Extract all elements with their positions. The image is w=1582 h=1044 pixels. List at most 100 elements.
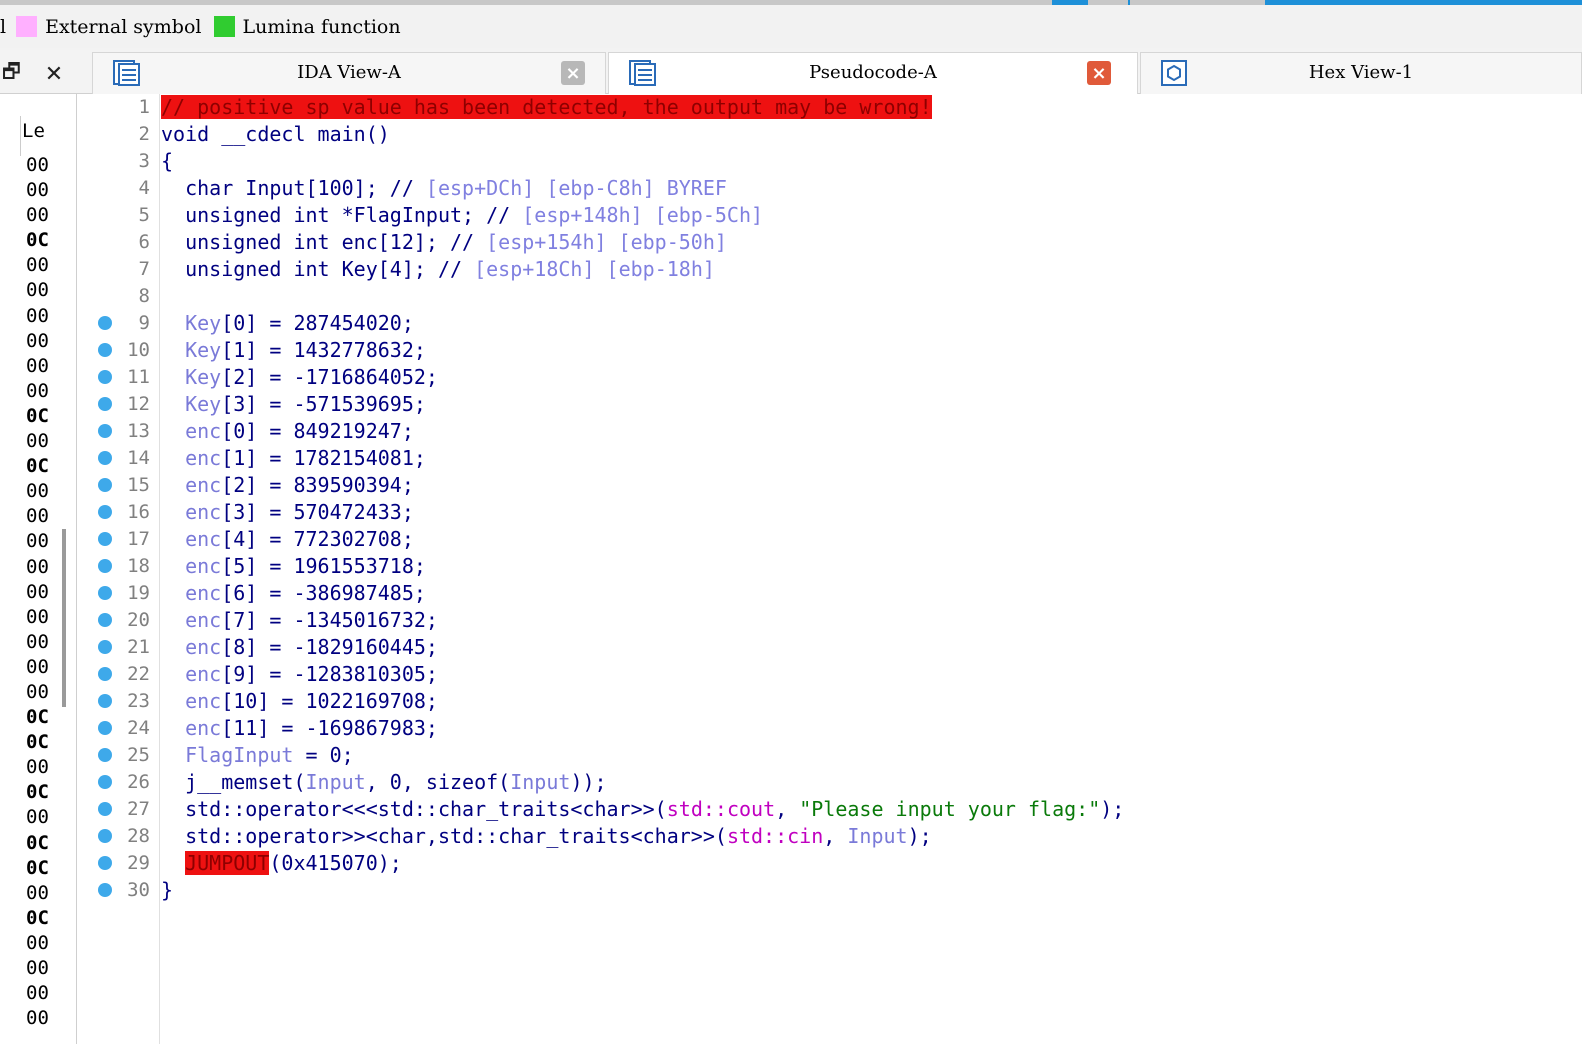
breakpoint-dot[interactable] xyxy=(98,478,112,492)
list-item[interactable]: 0C xyxy=(26,228,49,253)
breakpoint-dot[interactable] xyxy=(98,775,112,789)
variable: Input xyxy=(510,770,571,794)
list-item[interactable]: 00 xyxy=(26,304,49,329)
list-item[interactable]: 0C xyxy=(26,404,49,429)
code-line[interactable]: FlagInput = 0; xyxy=(161,742,1582,769)
list-item[interactable]: 00 xyxy=(26,605,49,630)
code-line[interactable]: Key[2] = -1716864052; xyxy=(161,364,1582,391)
code-line[interactable]: enc[4] = 772302708; xyxy=(161,526,1582,553)
list-item[interactable]: 00 xyxy=(26,178,49,203)
breakpoint-dot[interactable] xyxy=(98,586,112,600)
list-item[interactable]: 00 xyxy=(26,956,49,981)
list-item[interactable]: 00 xyxy=(26,931,49,956)
pseudocode-editor[interactable]: // positive sp value has been detected, … xyxy=(161,94,1582,1044)
list-item[interactable]: 00 xyxy=(26,1006,49,1031)
code-line[interactable]: unsigned int enc[12]; // [esp+154h] [ebp… xyxy=(161,229,1582,256)
breakpoint-dot[interactable] xyxy=(98,316,112,330)
code-line[interactable]: std::operator<<<std::char_traits<char>>(… xyxy=(161,796,1582,823)
list-item[interactable]: 0C xyxy=(26,856,49,881)
code-line[interactable]: unsigned int Key[4]; // [esp+18Ch] [ebp-… xyxy=(161,256,1582,283)
breakpoint-dot[interactable] xyxy=(98,640,112,654)
restore-window-icon[interactable]: 🗗 xyxy=(2,57,21,91)
code-token: [1] = 1432778632; xyxy=(221,338,426,362)
tab-ida-view[interactable]: IDA View-A × xyxy=(92,52,606,94)
list-item[interactable]: 0C xyxy=(26,780,49,805)
breakpoint-dot[interactable] xyxy=(98,343,112,357)
list-item[interactable]: 00 xyxy=(26,580,49,605)
breakpoint-dot[interactable] xyxy=(98,694,112,708)
breakpoint-dot[interactable] xyxy=(98,883,112,897)
code-line[interactable]: JUMPOUT(0x415070); xyxy=(161,850,1582,877)
list-item[interactable]: 00 xyxy=(26,655,49,680)
legend-swatch xyxy=(16,16,38,37)
breakpoint-dot[interactable] xyxy=(98,829,112,843)
code-line[interactable]: char Input[100]; // [esp+DCh] [ebp-C8h] … xyxy=(161,175,1582,202)
code-line[interactable]: { xyxy=(161,148,1582,175)
list-item[interactable]: 00 xyxy=(26,755,49,780)
tab-hex-view[interactable]: Hex View-1 xyxy=(1140,52,1582,94)
list-item[interactable]: 00 xyxy=(26,329,49,354)
list-item[interactable]: 0C xyxy=(26,906,49,931)
close-icon[interactable]: × xyxy=(561,61,585,85)
code-line[interactable]: } xyxy=(161,877,1582,904)
list-item[interactable]: 00 xyxy=(26,529,49,554)
list-item[interactable]: 0C xyxy=(26,730,49,755)
breakpoint-dot[interactable] xyxy=(98,532,112,546)
breakpoint-dot[interactable] xyxy=(98,370,112,384)
breakpoint-dot[interactable] xyxy=(98,424,112,438)
code-line[interactable]: // positive sp value has been detected, … xyxy=(161,94,1582,121)
tab-pseudocode[interactable]: Pseudocode-A × xyxy=(608,52,1138,94)
code-line[interactable]: enc[9] = -1283810305; xyxy=(161,661,1582,688)
list-item[interactable]: 00 xyxy=(26,630,49,655)
code-line[interactable]: enc[7] = -1345016732; xyxy=(161,607,1582,634)
scrollbar[interactable] xyxy=(62,529,66,707)
breakpoint-dot[interactable] xyxy=(98,802,112,816)
breakpoint-dot[interactable] xyxy=(98,613,112,627)
breakpoint-dot[interactable] xyxy=(98,748,112,762)
breakpoint-dot[interactable] xyxy=(98,856,112,870)
list-item[interactable]: 0C xyxy=(26,705,49,730)
breakpoint-dot[interactable] xyxy=(98,397,112,411)
code-line[interactable]: unsigned int *FlagInput; // [esp+148h] [… xyxy=(161,202,1582,229)
code-line[interactable]: std::operator>><char,std::char_traits<ch… xyxy=(161,823,1582,850)
code-line[interactable]: enc[2] = 839590394; xyxy=(161,472,1582,499)
code-line[interactable]: enc[5] = 1961553718; xyxy=(161,553,1582,580)
code-line[interactable]: Key[0] = 287454020; xyxy=(161,310,1582,337)
list-item[interactable]: 00 xyxy=(26,680,49,705)
code-line[interactable]: void __cdecl main() xyxy=(161,121,1582,148)
list-item[interactable]: 00 xyxy=(26,379,49,404)
list-item[interactable]: 00 xyxy=(26,153,49,178)
close-icon[interactable]: ✕ xyxy=(45,62,63,87)
list-item[interactable]: 00 xyxy=(26,354,49,379)
code-line[interactable]: Key[3] = -571539695; xyxy=(161,391,1582,418)
column-header[interactable]: Le xyxy=(22,120,45,142)
list-item[interactable]: 00 xyxy=(26,203,49,228)
list-item[interactable]: 00 xyxy=(26,555,49,580)
breakpoint-dot[interactable] xyxy=(98,451,112,465)
code-line[interactable]: enc[8] = -1829160445; xyxy=(161,634,1582,661)
code-line[interactable]: enc[11] = -169867983; xyxy=(161,715,1582,742)
list-item[interactable]: 00 xyxy=(26,504,49,529)
list-item[interactable]: 00 xyxy=(26,429,49,454)
code-line[interactable]: enc[3] = 570472433; xyxy=(161,499,1582,526)
breakpoint-dot[interactable] xyxy=(98,505,112,519)
list-item[interactable]: 00 xyxy=(26,479,49,504)
code-line[interactable]: enc[6] = -386987485; xyxy=(161,580,1582,607)
breakpoint-dot[interactable] xyxy=(98,667,112,681)
code-line[interactable] xyxy=(161,283,1582,310)
list-item[interactable]: 00 xyxy=(26,278,49,303)
list-item[interactable]: 0C xyxy=(26,454,49,479)
code-line[interactable]: enc[0] = 849219247; xyxy=(161,418,1582,445)
list-item[interactable]: 00 xyxy=(26,881,49,906)
code-line[interactable]: enc[1] = 1782154081; xyxy=(161,445,1582,472)
code-line[interactable]: enc[10] = 1022169708; xyxy=(161,688,1582,715)
breakpoint-dot[interactable] xyxy=(98,559,112,573)
close-icon[interactable]: × xyxy=(1087,61,1111,85)
code-line[interactable]: j__memset(Input, 0, sizeof(Input)); xyxy=(161,769,1582,796)
list-item[interactable]: 00 xyxy=(26,981,49,1006)
list-item[interactable]: 00 xyxy=(26,805,49,830)
breakpoint-dot[interactable] xyxy=(98,721,112,735)
code-line[interactable]: Key[1] = 1432778632; xyxy=(161,337,1582,364)
list-item[interactable]: 00 xyxy=(26,253,49,278)
list-item[interactable]: 0C xyxy=(26,831,49,856)
